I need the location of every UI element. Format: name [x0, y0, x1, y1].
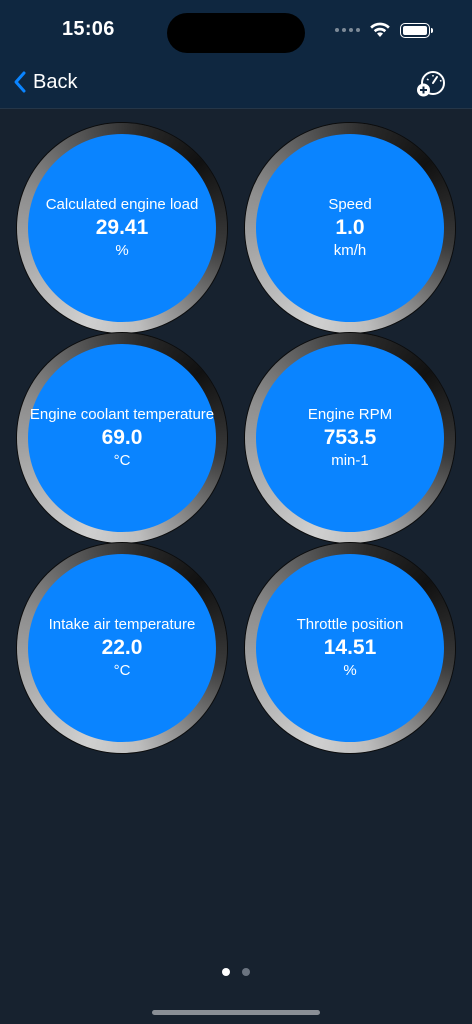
gauge-face: Speed 1.0 km/h	[256, 134, 444, 322]
gauge-label: Calculated engine load	[45, 196, 199, 213]
gauge-value: 69.0	[101, 426, 143, 449]
gauge-label: Speed	[328, 196, 372, 213]
gauge-face: Engine coolant temperature 69.0 °C	[28, 344, 216, 532]
gauge-engine-load[interactable]: Calculated engine load 29.41 %	[17, 123, 227, 333]
gauge-unit: min-1	[331, 452, 369, 469]
gauge-value: 753.5	[323, 426, 377, 449]
status-icons	[335, 22, 433, 38]
gauge-unit: %	[115, 242, 129, 259]
gauge-face: Calculated engine load 29.41 %	[28, 134, 216, 322]
gauge-intake-air-temperature[interactable]: Intake air temperature 22.0 °C	[17, 543, 227, 753]
gauge-unit: °C	[113, 452, 131, 469]
gauge-throttle-position[interactable]: Throttle position 14.51 %	[245, 543, 455, 753]
gauge-label: Intake air temperature	[48, 616, 196, 633]
gauge-label: Engine coolant temperature	[29, 406, 215, 423]
dynamic-island	[167, 13, 305, 53]
gauge-speed[interactable]: Speed 1.0 km/h	[245, 123, 455, 333]
home-indicator[interactable]	[152, 1010, 320, 1015]
gauge-coolant-temperature[interactable]: Engine coolant temperature 69.0 °C	[17, 333, 227, 543]
gauge-unit: °C	[113, 662, 131, 679]
status-time: 15:06	[62, 18, 115, 40]
page-dot[interactable]	[242, 968, 250, 976]
gauge-add-icon	[417, 71, 445, 97]
chevron-left-icon	[14, 71, 26, 93]
gauge-face: Engine RPM 753.5 min-1	[256, 344, 444, 532]
gauge-value: 22.0	[101, 636, 143, 659]
gauge-face: Intake air temperature 22.0 °C	[28, 554, 216, 742]
page-dot-active[interactable]	[222, 968, 230, 976]
back-label: Back	[33, 70, 78, 93]
page-indicator[interactable]	[222, 968, 250, 976]
wifi-icon	[370, 22, 390, 37]
gauge-face: Throttle position 14.51 %	[256, 554, 444, 742]
gauge-engine-rpm[interactable]: Engine RPM 753.5 min-1	[245, 333, 455, 543]
back-button[interactable]: Back	[13, 70, 77, 94]
gauge-unit: km/h	[333, 242, 367, 259]
gauge-value: 29.41	[95, 216, 149, 239]
battery-icon	[400, 22, 433, 38]
gauge-unit: %	[343, 662, 357, 679]
cellular-signal-icon	[335, 28, 360, 32]
add-gauge-button[interactable]	[416, 70, 446, 98]
gauge-label: Engine RPM	[307, 406, 393, 423]
navigation-bar: 15:06 Back	[0, 0, 472, 109]
gauge-value: 14.51	[323, 636, 377, 659]
gauge-value: 1.0	[335, 216, 365, 239]
gauge-label: Throttle position	[296, 616, 404, 633]
